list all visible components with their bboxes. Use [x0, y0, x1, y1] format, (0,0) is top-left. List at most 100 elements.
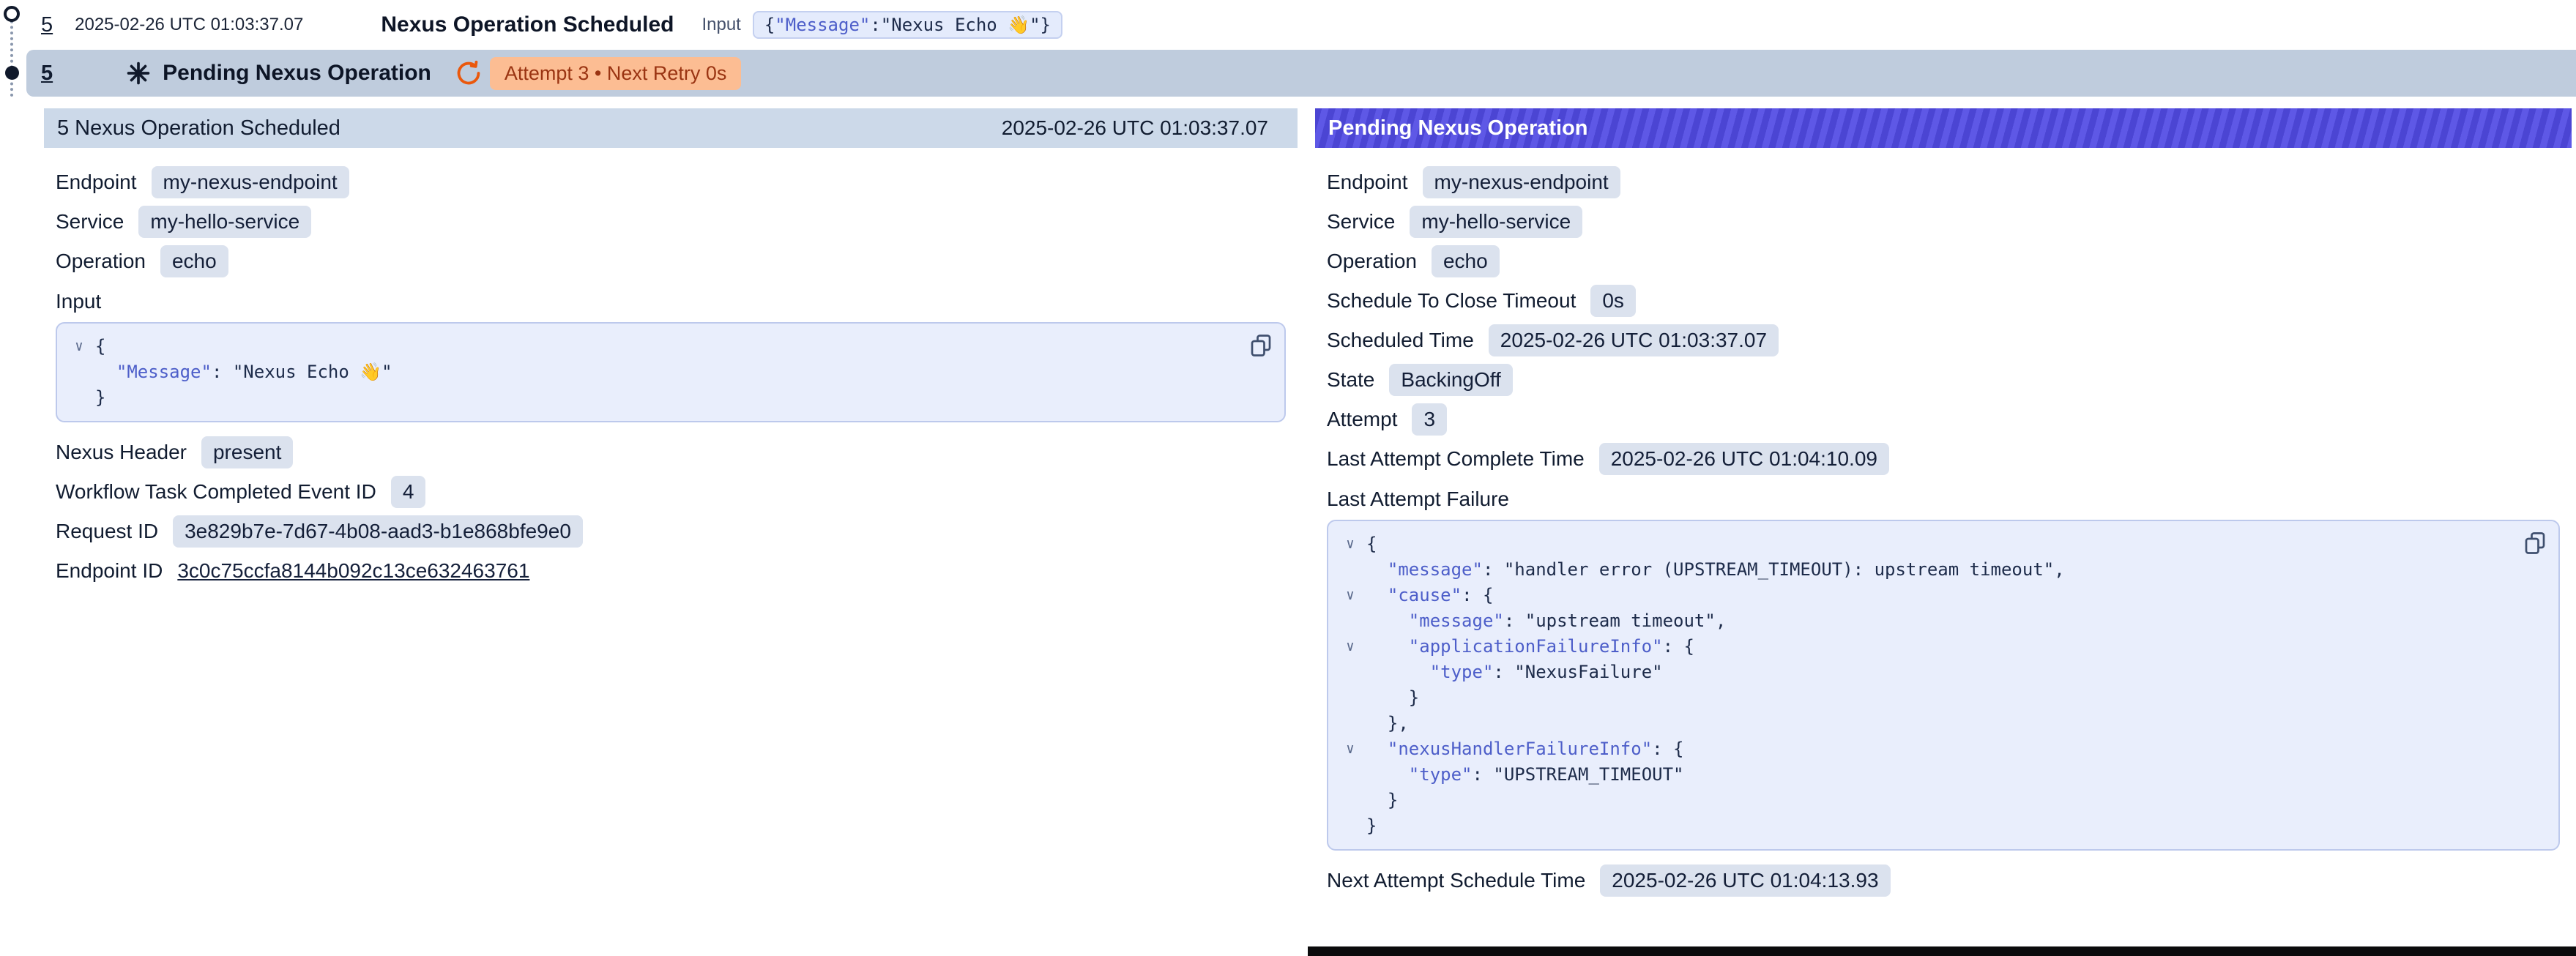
event-detail-panels: 5 Nexus Operation Scheduled 2025-02-26 U…	[44, 108, 2572, 903]
chevron-spacer	[1334, 711, 1366, 736]
input-section-label: Input	[56, 290, 1286, 313]
input-label: Input	[701, 15, 740, 35]
copy-icon	[1248, 332, 1274, 359]
field-row-state: State BackingOff	[1327, 363, 2560, 397]
chevron-spacer	[63, 359, 95, 385]
field-label: Last Attempt Complete Time	[1327, 447, 1585, 471]
field-label: Endpoint	[1327, 171, 1408, 194]
collapse-chevron-icon[interactable]: ∨	[1334, 531, 1366, 557]
failure-json-code: ∨{ "message": "handler error (UPSTREAM_T…	[1334, 531, 2507, 839]
code-text: }	[1366, 813, 1377, 839]
scheduled-panel-title: 5 Nexus Operation Scheduled	[57, 116, 340, 141]
field-value-badge: my-hello-service	[1410, 206, 1582, 238]
code-text: {	[1366, 531, 1377, 557]
event-timestamp: 2025-02-26 UTC 01:03:37.07	[75, 15, 303, 35]
code-line: }	[63, 385, 1233, 411]
pending-nexus-operation-row[interactable]: 5 Pending Nexus Operation Attempt 3 • Ne…	[26, 50, 2576, 97]
code-line: "type": "NexusFailure"	[1334, 660, 2507, 685]
code-text: }	[95, 385, 105, 411]
field-value-badge: my-hello-service	[138, 206, 311, 238]
code-text: {"Message":"Nexus Echo 👋"}	[764, 15, 1051, 35]
workflow-event-history-view: 5 2025-02-26 UTC 01:03:37.07 Nexus Opera…	[0, 0, 2576, 956]
field-row-request-id: Request ID 3e829b7e-7d67-4b08-aad3-b1e86…	[56, 515, 1286, 548]
collapse-chevron-icon[interactable]: ∨	[1334, 583, 1366, 608]
field-row-last-attempt-complete-time: Last Attempt Complete Time 2025-02-26 UT…	[1327, 442, 2560, 476]
field-label: Service	[56, 210, 124, 234]
input-json-code: ∨{ "Message": "Nexus Echo 👋"}	[63, 334, 1233, 411]
field-label: Nexus Header	[56, 441, 187, 464]
scheduled-panel-timestamp: 2025-02-26 UTC 01:03:37.07	[1002, 116, 1268, 140]
event-name: Nexus Operation Scheduled	[381, 12, 674, 37]
field-label: Operation	[56, 250, 146, 273]
code-text: "message": "upstream timeout",	[1366, 608, 1726, 634]
field-value-badge: 4	[391, 476, 426, 508]
field-value-badge: 2025-02-26 UTC 01:04:13.93	[1600, 864, 1890, 897]
input-preview-chip[interactable]: {"Message":"Nexus Echo 👋"}	[753, 11, 1062, 39]
copy-button[interactable]	[1248, 332, 1274, 359]
collapse-chevron-icon[interactable]: ∨	[1334, 634, 1366, 660]
field-value-badge: 3	[1412, 403, 1447, 436]
code-line: ∨ "nexusHandlerFailureInfo": {	[1334, 736, 2507, 762]
code-line: ∨{	[1334, 531, 2507, 557]
code-text: }	[1366, 788, 1398, 813]
code-text: "applicationFailureInfo": {	[1366, 634, 1694, 660]
field-label: Endpoint ID	[56, 559, 163, 583]
copy-icon	[2522, 530, 2548, 556]
field-label: Attempt	[1327, 408, 1397, 431]
field-row-attempt: Attempt 3	[1327, 403, 2560, 436]
code-text: {	[95, 334, 105, 359]
collapse-chevron-icon[interactable]: ∨	[1334, 736, 1366, 762]
field-value-badge: echo	[1432, 245, 1500, 277]
pending-row-title: Pending Nexus Operation	[163, 61, 431, 86]
field-row-service: Service my-hello-service	[1327, 205, 2560, 239]
code-line: "type": "UPSTREAM_TIMEOUT"	[1334, 762, 2507, 788]
field-row-schedule-to-close-timeout: Schedule To Close Timeout 0s	[1327, 284, 2560, 318]
field-row-operation: Operation echo	[1327, 244, 2560, 278]
pending-panel-title: Pending Nexus Operation	[1328, 116, 1588, 141]
nexus-operation-scheduled-panel: 5 Nexus Operation Scheduled 2025-02-26 U…	[44, 108, 1298, 594]
bottom-edge-bar	[1308, 946, 2576, 956]
field-row-endpoint: Endpoint my-nexus-endpoint	[56, 165, 1286, 199]
field-value-badge: 0s	[1590, 285, 1636, 317]
code-line: "Message": "Nexus Echo 👋"	[63, 359, 1233, 385]
pending-panel-body: Endpoint my-nexus-endpoint Service my-he…	[1315, 148, 2572, 897]
chevron-spacer	[1334, 660, 1366, 685]
code-line: }	[1334, 685, 2507, 711]
attempt-retry-badge: Attempt 3 • Next Retry 0s	[490, 57, 742, 90]
field-row-next-attempt-schedule-time: Next Attempt Schedule Time 2025-02-26 UT…	[1327, 864, 2560, 897]
code-line: }	[1334, 813, 2507, 839]
timeline-connector-line	[10, 15, 13, 97]
field-label: Operation	[1327, 250, 1417, 273]
field-value-badge: 3e829b7e-7d67-4b08-aad3-b1e868bfe9e0	[173, 515, 583, 548]
endpoint-id-link[interactable]: 3c0c75ccfa8144b092c13ce632463761	[177, 559, 529, 583]
field-row-nexus-header: Nexus Header present	[56, 436, 1286, 469]
collapse-chevron-icon[interactable]: ∨	[63, 334, 95, 359]
scheduled-panel-body: Endpoint my-nexus-endpoint Service my-he…	[44, 148, 1298, 588]
field-label: State	[1327, 368, 1374, 392]
event-id-link[interactable]: 5	[41, 13, 53, 37]
pending-asterisk-icon	[126, 61, 151, 86]
chevron-spacer	[1334, 608, 1366, 634]
field-row-endpoint-id: Endpoint ID 3c0c75ccfa8144b092c13ce63246…	[56, 554, 1286, 588]
code-text: "type": "UPSTREAM_TIMEOUT"	[1366, 762, 1683, 788]
chevron-spacer	[1334, 813, 1366, 839]
code-line: "message": "handler error (UPSTREAM_TIME…	[1334, 557, 2507, 583]
field-value-badge: my-nexus-endpoint	[1423, 166, 1620, 198]
field-value-badge: my-nexus-endpoint	[152, 166, 349, 198]
field-row-endpoint: Endpoint my-nexus-endpoint	[1327, 165, 2560, 199]
field-value-badge: present	[201, 436, 293, 468]
state-badge: BackingOff	[1389, 364, 1512, 396]
field-label: Endpoint	[56, 171, 137, 194]
timeline-node-ring-icon	[4, 6, 20, 22]
field-label: Request ID	[56, 520, 158, 543]
chevron-spacer	[1334, 762, 1366, 788]
pending-row-id-link[interactable]: 5	[41, 61, 53, 86]
field-row-operation: Operation echo	[56, 244, 1286, 278]
scheduled-panel-header: 5 Nexus Operation Scheduled 2025-02-26 U…	[44, 108, 1298, 148]
field-row-scheduled-time: Scheduled Time 2025-02-26 UTC 01:03:37.0…	[1327, 324, 2560, 357]
field-value-badge: 2025-02-26 UTC 01:03:37.07	[1489, 324, 1779, 356]
code-line: ∨{	[63, 334, 1233, 359]
code-line: {"Message":"Nexus Echo 👋"}	[764, 15, 1051, 35]
event-row-nexus-operation-scheduled[interactable]: 5 2025-02-26 UTC 01:03:37.07 Nexus Opera…	[0, 0, 2576, 50]
copy-button[interactable]	[2522, 530, 2548, 556]
